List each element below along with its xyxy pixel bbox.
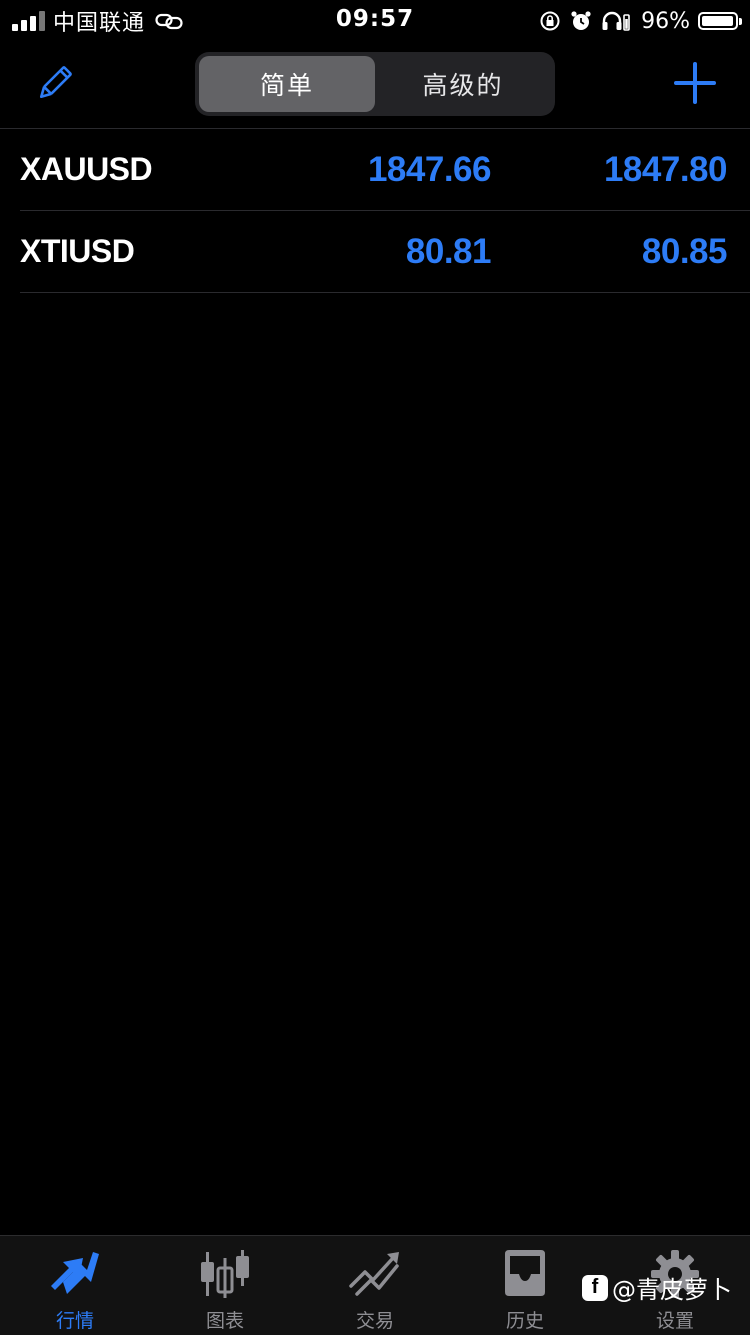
watermark-logo-icon: f [582, 1274, 608, 1301]
battery-fill [702, 16, 733, 26]
tab-label: 设置 [655, 1310, 694, 1332]
tab-label: 图表 [205, 1310, 244, 1332]
watermark: f @青皮萝卜 [582, 1270, 732, 1305]
quote-ask-price: 1847.80 [603, 150, 728, 189]
watermark-text: @青皮萝卜 [612, 1276, 732, 1304]
tab-history[interactable]: 历史 [450, 1236, 600, 1335]
nav-bar: 简单 高级的 [0, 40, 750, 129]
status-bar: 中国联通 09:57 96% [0, 0, 750, 40]
tab-trade[interactable]: 交易 [300, 1236, 450, 1335]
add-symbol-plus-icon[interactable] [670, 58, 720, 108]
segment-simple[interactable]: 简单 [199, 56, 375, 112]
history-tray-icon [505, 1250, 545, 1296]
view-mode-segmented-control: 简单 高级的 [195, 52, 555, 116]
quote-row-xtiusd[interactable]: XTIUSD 80.81 80.85 [20, 211, 750, 293]
status-right: 96% [539, 6, 742, 36]
battery-icon [698, 12, 742, 30]
quote-bid-price: 1847.66 [367, 150, 492, 189]
segment-advanced[interactable]: 高级的 [375, 56, 551, 112]
candlestick-chart-icon [201, 1250, 249, 1298]
tab-label: 历史 [505, 1310, 544, 1332]
quote-list: XAUUSD 1847.66 1847.80 XTIUSD 80.81 80.8… [0, 129, 750, 293]
quote-symbol: XTIUSD [20, 233, 135, 269]
tab-label: 行情 [55, 1310, 94, 1332]
quote-symbol: XAUUSD [20, 151, 153, 187]
alarm-clock-icon [571, 11, 591, 30]
trade-trend-icon [349, 1252, 399, 1296]
tab-charts[interactable]: 图表 [150, 1236, 300, 1335]
quotes-arrows-icon [51, 1252, 99, 1294]
tab-label: 交易 [355, 1310, 394, 1332]
battery-percentage: 96% [641, 8, 690, 34]
tab-quotes[interactable]: 行情 [0, 1236, 150, 1335]
headphones-battery-icon [602, 11, 630, 31]
edit-pencil-icon[interactable] [32, 62, 76, 106]
quote-bid-price: 80.81 [405, 232, 492, 271]
orientation-lock-icon [540, 11, 560, 31]
quote-row-xauusd[interactable]: XAUUSD 1847.66 1847.80 [20, 129, 750, 211]
quote-ask-price: 80.85 [641, 232, 728, 271]
